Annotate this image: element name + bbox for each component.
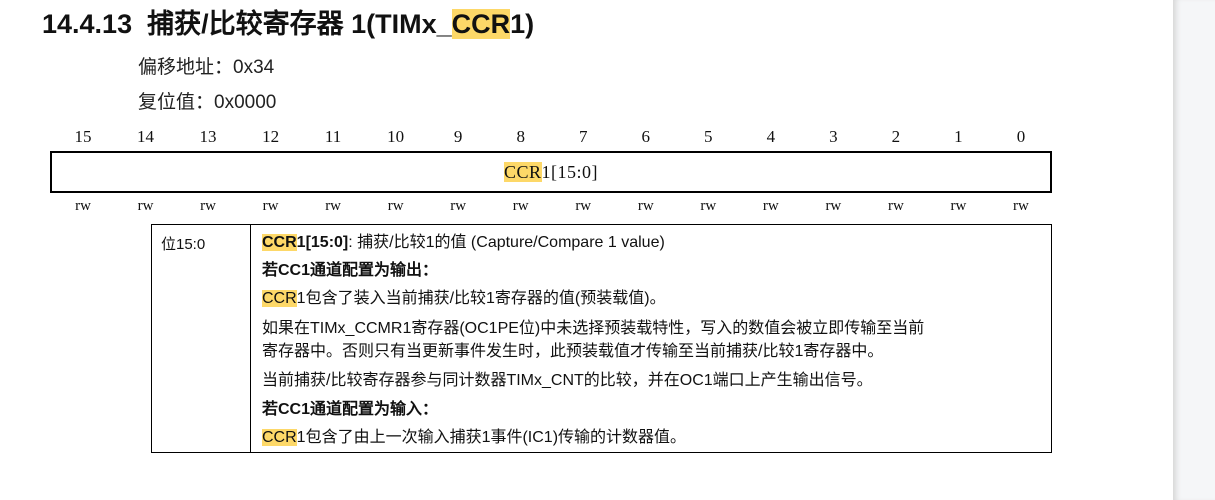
heading-text: : 捕获/比较1的值 (Capture/Compare 1 value)	[348, 234, 665, 251]
access-type: rw	[575, 198, 592, 214]
output-line-2a: 如果在TIMx_CCMR1寄存器(OC1PE位)中未选择预装载特性，写入的数值会…	[262, 320, 925, 337]
bit-number: 14	[137, 127, 155, 146]
access-type: rw	[137, 198, 154, 214]
bit-description-table: 位15:0 CCR1[15:0]: 捕获/比较1的值 (Capture/Comp…	[151, 224, 1052, 453]
register-field-box: CCR1[15:0]	[50, 151, 1052, 193]
access-type: rw	[762, 198, 779, 214]
bit-number: 12	[262, 127, 280, 146]
section-title-text: 捕获/比较寄存器 1(TIMx_	[147, 9, 452, 39]
access-type: rw	[637, 198, 654, 214]
input-line-1: CCR1包含了由上一次输入捕获1事件(IC1)传输的计数器值。	[262, 427, 686, 449]
bit-number: 1	[954, 127, 963, 146]
bit-range-cell: 位15:0	[152, 225, 251, 452]
bit-number: 7	[578, 127, 588, 146]
section-title-suffix: 1)	[510, 9, 535, 39]
bit-number: 15	[74, 127, 92, 146]
field-range: 1[15:0]	[541, 162, 599, 182]
search-highlight: CCR	[262, 234, 297, 251]
access-type: rw	[450, 198, 467, 214]
access-type: rw	[1013, 198, 1029, 214]
access-type: rw	[825, 198, 842, 214]
bit-number: 2	[891, 127, 901, 146]
bit-number: 11	[324, 127, 342, 146]
bit-number: 8	[516, 127, 525, 146]
search-highlight: CCR	[262, 290, 297, 307]
bit-numbers: 15 14 13 12 11 10 9 8 7 6 5 4 3 2 1 0	[0, 127, 1100, 149]
right-sidebar	[1173, 0, 1215, 500]
search-highlight: CCR	[503, 162, 542, 182]
bit-number: 3	[829, 127, 838, 146]
output-line-1-text: 1包含了装入当前捕获/比较1寄存器的值(预装载值)。	[296, 290, 666, 307]
bit-range: 位15:0	[161, 236, 206, 253]
access-type: rw	[512, 198, 529, 214]
access-type: rw	[200, 198, 216, 214]
search-highlight: CCR	[262, 429, 297, 446]
reset-value: 复位值：0x0000	[138, 87, 276, 114]
register-field-label: CCR1[15:0]	[52, 162, 1050, 183]
access-type: rw	[75, 198, 91, 214]
bit-number: 9	[453, 127, 463, 146]
output-heading: 若CC1通道配置为输出：	[262, 262, 439, 279]
offset-address: 偏移地址：0x34	[138, 52, 274, 79]
bit-number: 6	[641, 127, 651, 146]
bit-number: 4	[766, 127, 776, 146]
heading-bits: 1[15:0]	[296, 234, 349, 251]
access-type: rw	[887, 198, 904, 214]
bit-number: 13	[199, 127, 217, 146]
output-line-2b: 寄存器中。否则只有当更新事件发生时，此预装载值才传输至当前捕获/比较1寄存器中。	[262, 343, 884, 360]
access-type: rw	[950, 198, 967, 214]
description-heading: CCR1[15:0]: 捕获/比较1的值 (Capture/Compare 1 …	[262, 232, 665, 254]
bit-number: 0	[1016, 127, 1026, 146]
output-line-1: CCR1包含了装入当前捕获/比较1寄存器的值(预装载值)。	[262, 288, 666, 310]
input-heading: 若CC1通道配置为输入：	[262, 401, 439, 418]
reset-value-text: 0x0000	[214, 92, 277, 113]
input-line-1-text: 1包含了由上一次输入捕获1事件(IC1)传输的计数器值。	[296, 429, 687, 446]
search-highlight: CCR	[451, 9, 511, 39]
access-type: rw	[262, 198, 279, 214]
offset-value: 0x34	[233, 57, 275, 78]
bit-number: 5	[704, 127, 713, 146]
access-type: rw	[325, 198, 342, 214]
access-type: rw	[387, 198, 404, 214]
offset-label: 偏移地址：	[138, 57, 234, 78]
section-number: 14.4.13	[42, 9, 133, 39]
reset-label: 复位值：	[138, 92, 215, 113]
bit-number: 10	[387, 127, 405, 146]
output-line-3: 当前捕获/比较寄存器参与同计数器TIMx_CNT的比较，并在OC1端口上产生输出…	[262, 372, 873, 389]
section-title: 14.4.13 捕获/比较寄存器 1(TIMx_CCR1)	[42, 2, 534, 41]
access-type: rw	[700, 198, 717, 214]
